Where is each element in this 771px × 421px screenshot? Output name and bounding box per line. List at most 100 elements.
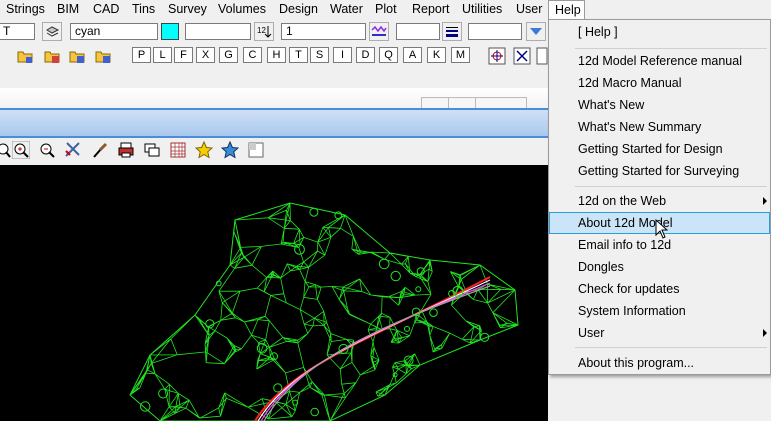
- menu-item-user[interactable]: User: [549, 322, 770, 344]
- menu-bim[interactable]: BIM: [57, 2, 79, 17]
- menu-item-getting-started-design[interactable]: Getting Started for Design: [549, 138, 770, 160]
- zoom-window-icon[interactable]: [0, 141, 12, 159]
- sort-button[interactable]: 12: [254, 22, 274, 41]
- menu-item-label: Getting Started for Surveying: [578, 164, 740, 178]
- menu-item-dongles[interactable]: Dongles: [549, 256, 770, 278]
- tree-symbol: [310, 407, 320, 417]
- menu-bar: Strings BIM CAD Tins Survey Volumes Desi…: [0, 0, 771, 19]
- key-button-q[interactable]: Q: [379, 47, 398, 63]
- weight-field[interactable]: 1: [281, 23, 366, 40]
- layer-stack-button[interactable]: [42, 22, 62, 41]
- extra-field[interactable]: [468, 23, 522, 40]
- menu-item-help-index[interactable]: [ Help ]: [549, 21, 770, 43]
- star-yellow-icon[interactable]: [194, 140, 214, 159]
- menu-item-whats-new[interactable]: What's New: [549, 94, 770, 116]
- svg-text:12: 12: [257, 26, 266, 35]
- key-button-m[interactable]: M: [451, 47, 470, 63]
- menu-item-label: Getting Started for Design: [578, 142, 723, 156]
- document-window-bar: [0, 88, 548, 109]
- snap-point-icon[interactable]: [488, 47, 506, 65]
- key-button-p[interactable]: P: [132, 47, 151, 63]
- view-toolbar: [0, 138, 548, 165]
- grid-icon[interactable]: [169, 141, 187, 159]
- mouse-cursor-icon: [655, 219, 669, 239]
- colour-swatch[interactable]: [161, 23, 179, 40]
- menu-item-label: About this program...: [578, 356, 695, 370]
- tree-symbol: [378, 258, 390, 270]
- key-button-g[interactable]: G: [219, 47, 238, 63]
- menu-item-label: What's New Summary: [578, 120, 702, 134]
- key-button-d[interactable]: D: [356, 47, 375, 63]
- menu-help-label: Help: [555, 3, 581, 17]
- key-button-c[interactable]: C: [243, 47, 262, 63]
- snap-cross-icon[interactable]: [513, 47, 531, 65]
- help-dropdown-menu: [ Help ] 12d Model Reference manual 12d …: [548, 19, 771, 375]
- key-button-h[interactable]: H: [267, 47, 286, 63]
- menu-item-macro-manual[interactable]: 12d Macro Manual: [549, 72, 770, 94]
- menu-item-12d-on-web[interactable]: 12d on the Web: [549, 190, 770, 212]
- brush-icon[interactable]: [91, 141, 109, 159]
- colour-field[interactable]: cyan: [70, 23, 158, 40]
- folder-views-icon[interactable]: [68, 47, 86, 65]
- menu-report[interactable]: Report: [412, 2, 450, 17]
- thickness-button[interactable]: [442, 22, 462, 41]
- folder-models-icon[interactable]: [43, 47, 61, 65]
- view-title-bar: [0, 108, 548, 138]
- layers-icon: [46, 26, 60, 37]
- menu-utilities[interactable]: Utilities: [462, 2, 502, 17]
- menu-plot[interactable]: Plot: [375, 2, 397, 17]
- folder-tins-icon[interactable]: [94, 47, 112, 65]
- panel-icon[interactable]: [247, 141, 265, 159]
- pan-tools-icon[interactable]: [64, 141, 82, 159]
- key-button-l[interactable]: L: [153, 47, 172, 63]
- menu-item-whats-new-summary[interactable]: What's New Summary: [549, 116, 770, 138]
- menu-item-check-updates[interactable]: Check for updates: [549, 278, 770, 300]
- menu-design[interactable]: Design: [279, 2, 318, 17]
- key-button-s[interactable]: S: [310, 47, 329, 63]
- menu-separator: [575, 347, 767, 348]
- linestyle-button[interactable]: [369, 22, 389, 41]
- linestyle-icon: [371, 25, 387, 36]
- menu-item-system-information[interactable]: System Information: [549, 300, 770, 322]
- menu-item-reference-manual[interactable]: 12d Model Reference manual: [549, 50, 770, 72]
- menu-volumes[interactable]: Volumes: [218, 2, 266, 17]
- tree-symbol: [429, 308, 438, 317]
- tin-mesh-drawing: [129, 202, 519, 421]
- layer-field[interactable]: T: [0, 23, 35, 40]
- menu-item-label: Dongles: [578, 260, 624, 274]
- menu-cad[interactable]: CAD: [93, 2, 119, 17]
- zoom-in-icon[interactable]: [11, 140, 31, 160]
- linestyle-field[interactable]: [185, 23, 251, 40]
- key-button-a[interactable]: A: [403, 47, 422, 63]
- key-button-t[interactable]: T: [289, 47, 308, 63]
- zoom-out-icon[interactable]: [38, 141, 56, 159]
- menu-item-label: What's New: [578, 98, 645, 112]
- toolbar-spacer: [0, 73, 548, 89]
- menu-help[interactable]: Help: [548, 0, 585, 19]
- textstyle-field[interactable]: [396, 23, 440, 40]
- menu-tins[interactable]: Tins: [132, 2, 155, 17]
- menu-strings[interactable]: Strings: [6, 2, 45, 17]
- model-view-canvas[interactable]: [0, 165, 548, 421]
- star-blue-icon[interactable]: [220, 140, 240, 159]
- key-button-f[interactable]: F: [174, 47, 193, 63]
- menu-item-label: [ Help ]: [578, 25, 618, 39]
- key-button-x[interactable]: X: [196, 47, 215, 63]
- tree-symbol: [415, 286, 422, 293]
- menu-water[interactable]: Water: [330, 2, 363, 17]
- folder-open-icon[interactable]: [16, 47, 34, 65]
- menu-item-getting-started-surveying[interactable]: Getting Started for Surveying: [549, 160, 770, 182]
- tree-symbol: [404, 325, 410, 332]
- menu-item-label: Check for updates: [578, 282, 680, 296]
- menu-separator: [575, 186, 767, 187]
- print-icon[interactable]: [117, 141, 135, 159]
- key-button-k[interactable]: K: [427, 47, 446, 63]
- menu-item-about-program[interactable]: About this program...: [549, 352, 770, 374]
- sort-icon: 12: [257, 26, 272, 38]
- menu-user[interactable]: User: [516, 2, 542, 17]
- dropdown-button[interactable]: [526, 22, 546, 41]
- line-weights-icon: [446, 27, 458, 37]
- menu-survey[interactable]: Survey: [168, 2, 207, 17]
- windows-icon[interactable]: [143, 141, 161, 159]
- key-button-i[interactable]: I: [333, 47, 352, 63]
